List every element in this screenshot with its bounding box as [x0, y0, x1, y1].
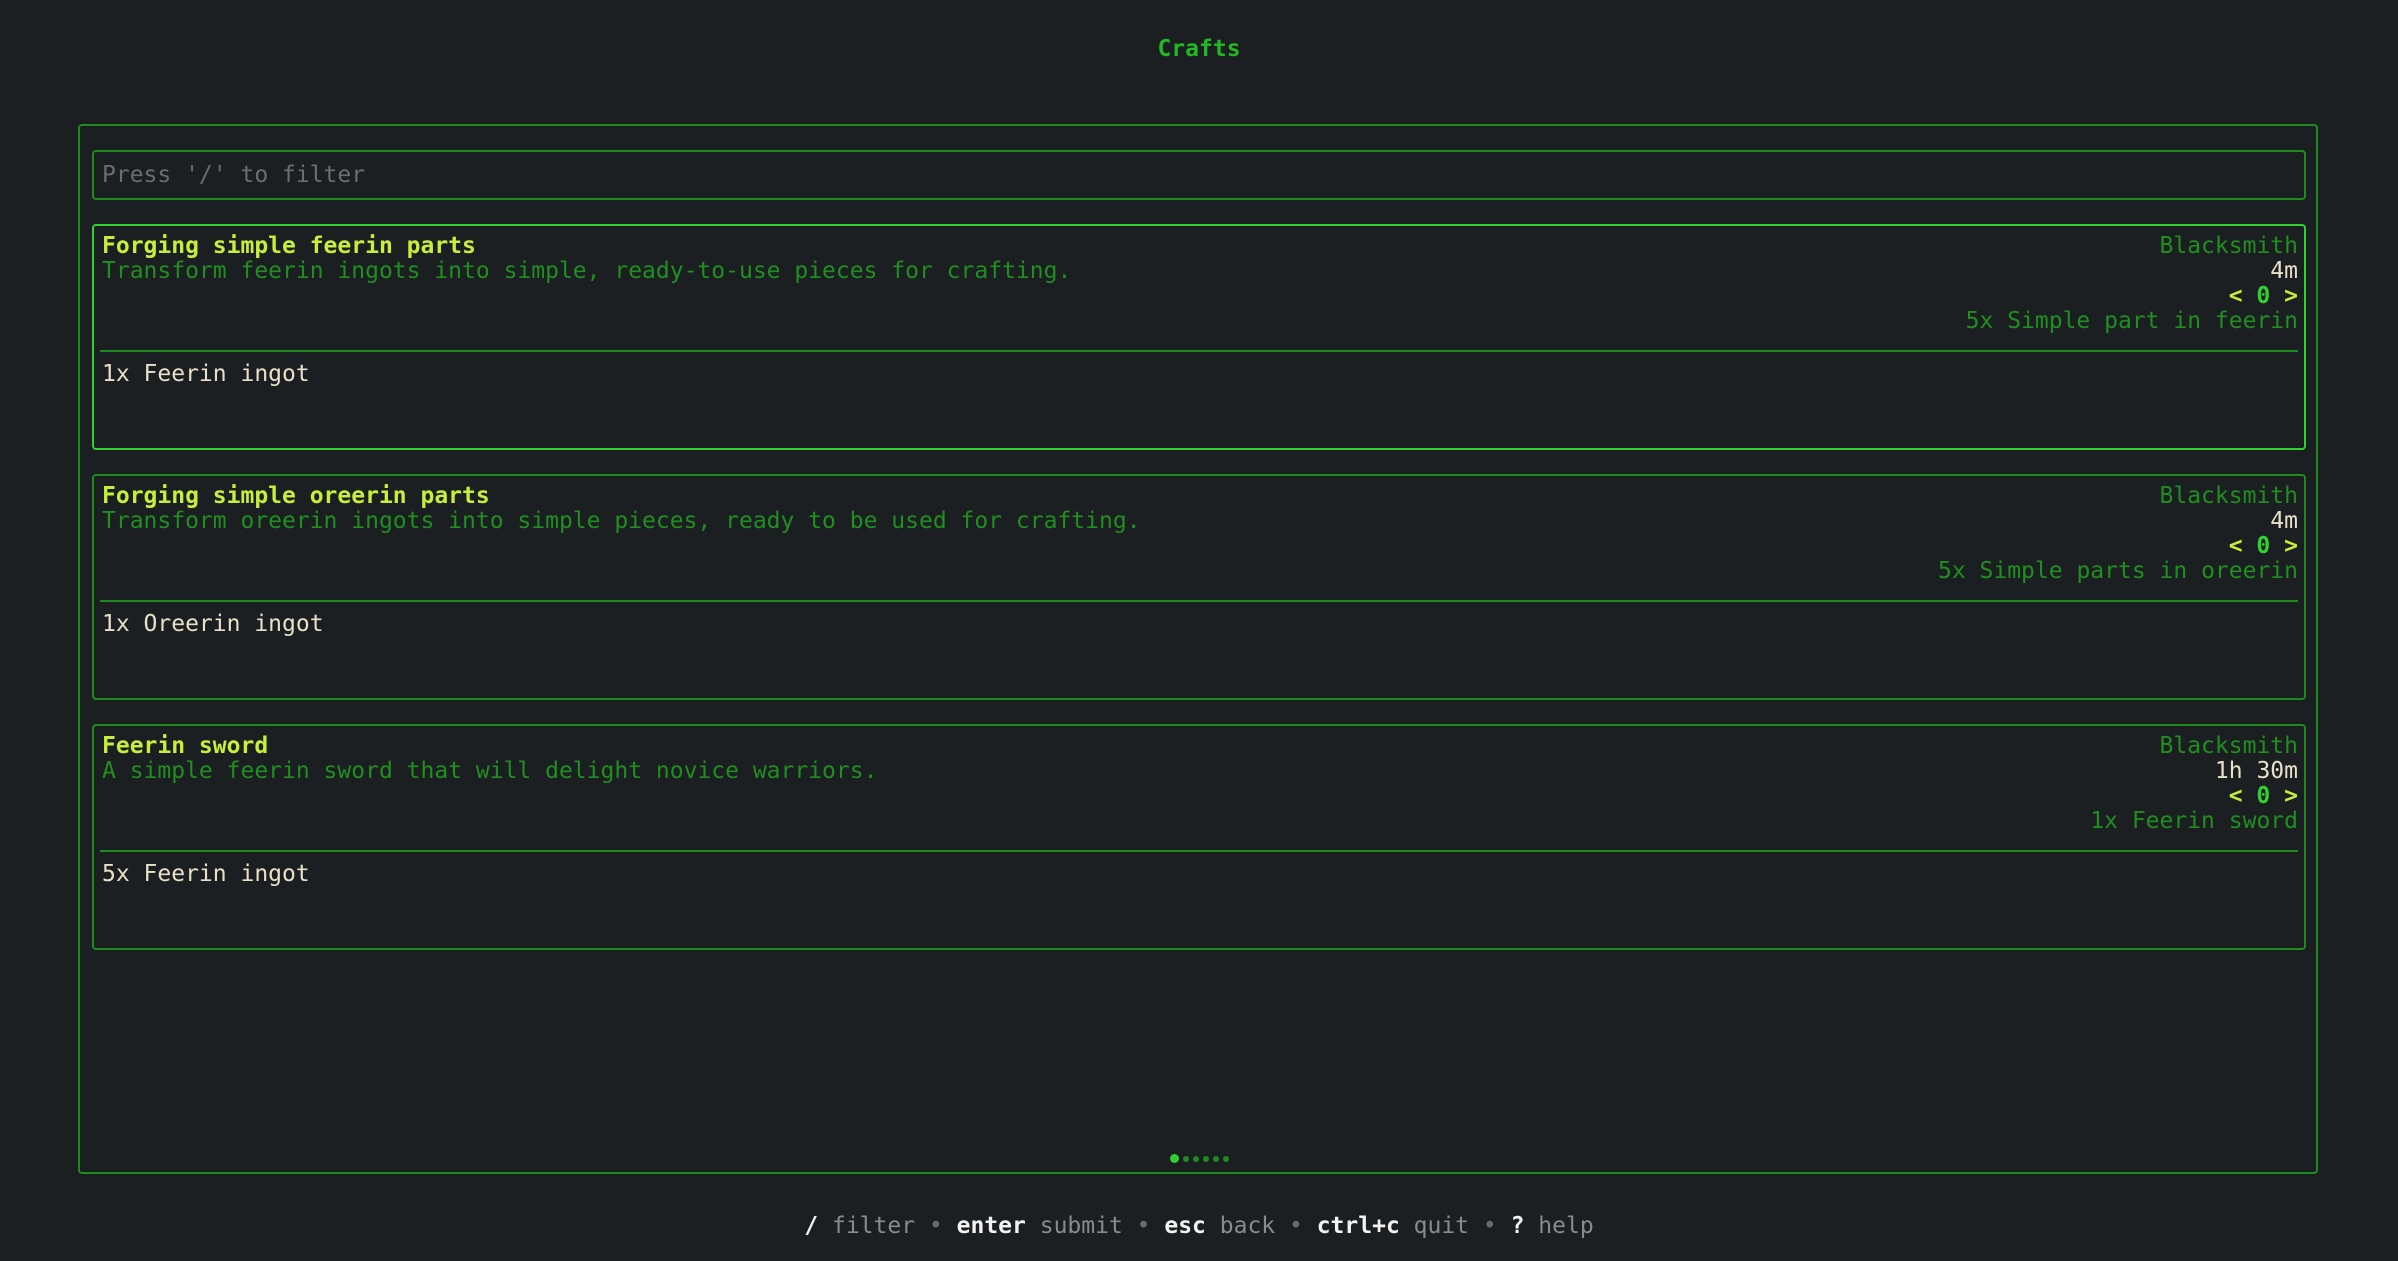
quantity-stepper[interactable]: < 0 > — [2090, 784, 2298, 809]
help-separator: • — [915, 1213, 957, 1239]
pagination-dot — [1182, 1155, 1189, 1162]
quantity-value: 0 — [2256, 783, 2271, 809]
filter-box[interactable] — [92, 150, 2306, 200]
help-key: ctrl+c — [1316, 1213, 1400, 1239]
quantity-value: 0 — [2256, 533, 2271, 559]
craft-duration: 4m — [2270, 258, 2298, 284]
help-key: esc — [1164, 1213, 1206, 1239]
help-description: quit — [1399, 1213, 1470, 1239]
help-description: submit — [1025, 1213, 1123, 1239]
card-divider — [100, 850, 2298, 852]
craft-description: Transform feerin ingots into simple, rea… — [102, 258, 1072, 284]
craft-card[interactable]: Forging simple oreerin parts Transform o… — [92, 474, 2306, 700]
craft-category: Blacksmith — [2159, 233, 2298, 259]
pagination-dot — [1212, 1155, 1219, 1162]
help-separator: • — [1275, 1213, 1317, 1239]
pagination-dots — [0, 1145, 2398, 1163]
craft-meta: Blacksmith 1h 30m < 0 > 1x Feerin sword — [2090, 734, 2298, 834]
increase-quantity-button[interactable]: > — [2284, 283, 2298, 309]
help-description: help — [1524, 1213, 1594, 1239]
craft-card[interactable]: Forging simple feerin parts Transform fe… — [92, 224, 2306, 450]
craft-ingredient: 5x Feerin ingot — [102, 861, 310, 887]
card-divider — [100, 350, 2298, 352]
craft-output: 5x Simple part in feerin — [1965, 308, 2298, 334]
help-separator: • — [1122, 1213, 1165, 1239]
help-bar: / filter • enter submit • esc back • ctr… — [0, 1212, 2398, 1240]
pagination-dot-active — [1169, 1154, 1179, 1163]
craft-card[interactable]: Feerin sword A simple feerin sword that … — [92, 724, 2306, 950]
quantity-value: 0 — [2256, 283, 2271, 309]
craft-output: 1x Feerin sword — [2090, 808, 2298, 834]
craft-meta: Blacksmith 4m < 0 > 5x Simple part in fe… — [1966, 234, 2298, 334]
decrease-quantity-button[interactable]: < — [2229, 533, 2243, 559]
pagination-dot — [1192, 1155, 1199, 1162]
craft-duration: 4m — [2270, 508, 2298, 534]
help-key: enter — [956, 1213, 1026, 1239]
increase-quantity-button[interactable]: > — [2284, 533, 2298, 559]
craft-ingredient: 1x Oreerin ingot — [102, 611, 324, 637]
craft-description: Transform oreerin ingots into simple pie… — [102, 508, 1141, 534]
page-title: Crafts — [1157, 36, 1241, 62]
craft-name: Forging simple feerin parts — [102, 233, 476, 259]
craft-output: 5x Simple parts in oreerin — [1937, 558, 2298, 584]
craft-meta: Blacksmith 4m < 0 > 5x Simple parts in o… — [1938, 484, 2298, 584]
help-description: filter — [818, 1213, 916, 1239]
help-description: back — [1205, 1213, 1276, 1239]
decrease-quantity-button[interactable]: < — [2229, 783, 2243, 809]
pagination-dot — [1222, 1155, 1229, 1162]
quantity-stepper[interactable]: < 0 > — [1966, 284, 2298, 309]
craft-description: A simple feerin sword that will delight … — [102, 758, 878, 784]
craft-name: Forging simple oreerin parts — [102, 483, 490, 509]
help-key: / — [804, 1213, 819, 1239]
increase-quantity-button[interactable]: > — [2284, 783, 2298, 809]
pagination-dot — [1202, 1155, 1209, 1162]
decrease-quantity-button[interactable]: < — [2229, 283, 2243, 309]
craft-duration: 1h 30m — [2214, 758, 2298, 784]
craft-name: Feerin sword — [102, 733, 269, 759]
card-divider — [100, 600, 2298, 602]
help-key: ? — [1510, 1213, 1525, 1239]
filter-input[interactable] — [102, 162, 2304, 188]
craft-ingredient: 1x Feerin ingot — [102, 361, 310, 387]
quantity-stepper[interactable]: < 0 > — [1938, 534, 2298, 559]
help-separator: • — [1469, 1213, 1511, 1239]
craft-category: Blacksmith — [2159, 483, 2298, 509]
craft-category: Blacksmith — [2159, 733, 2298, 759]
